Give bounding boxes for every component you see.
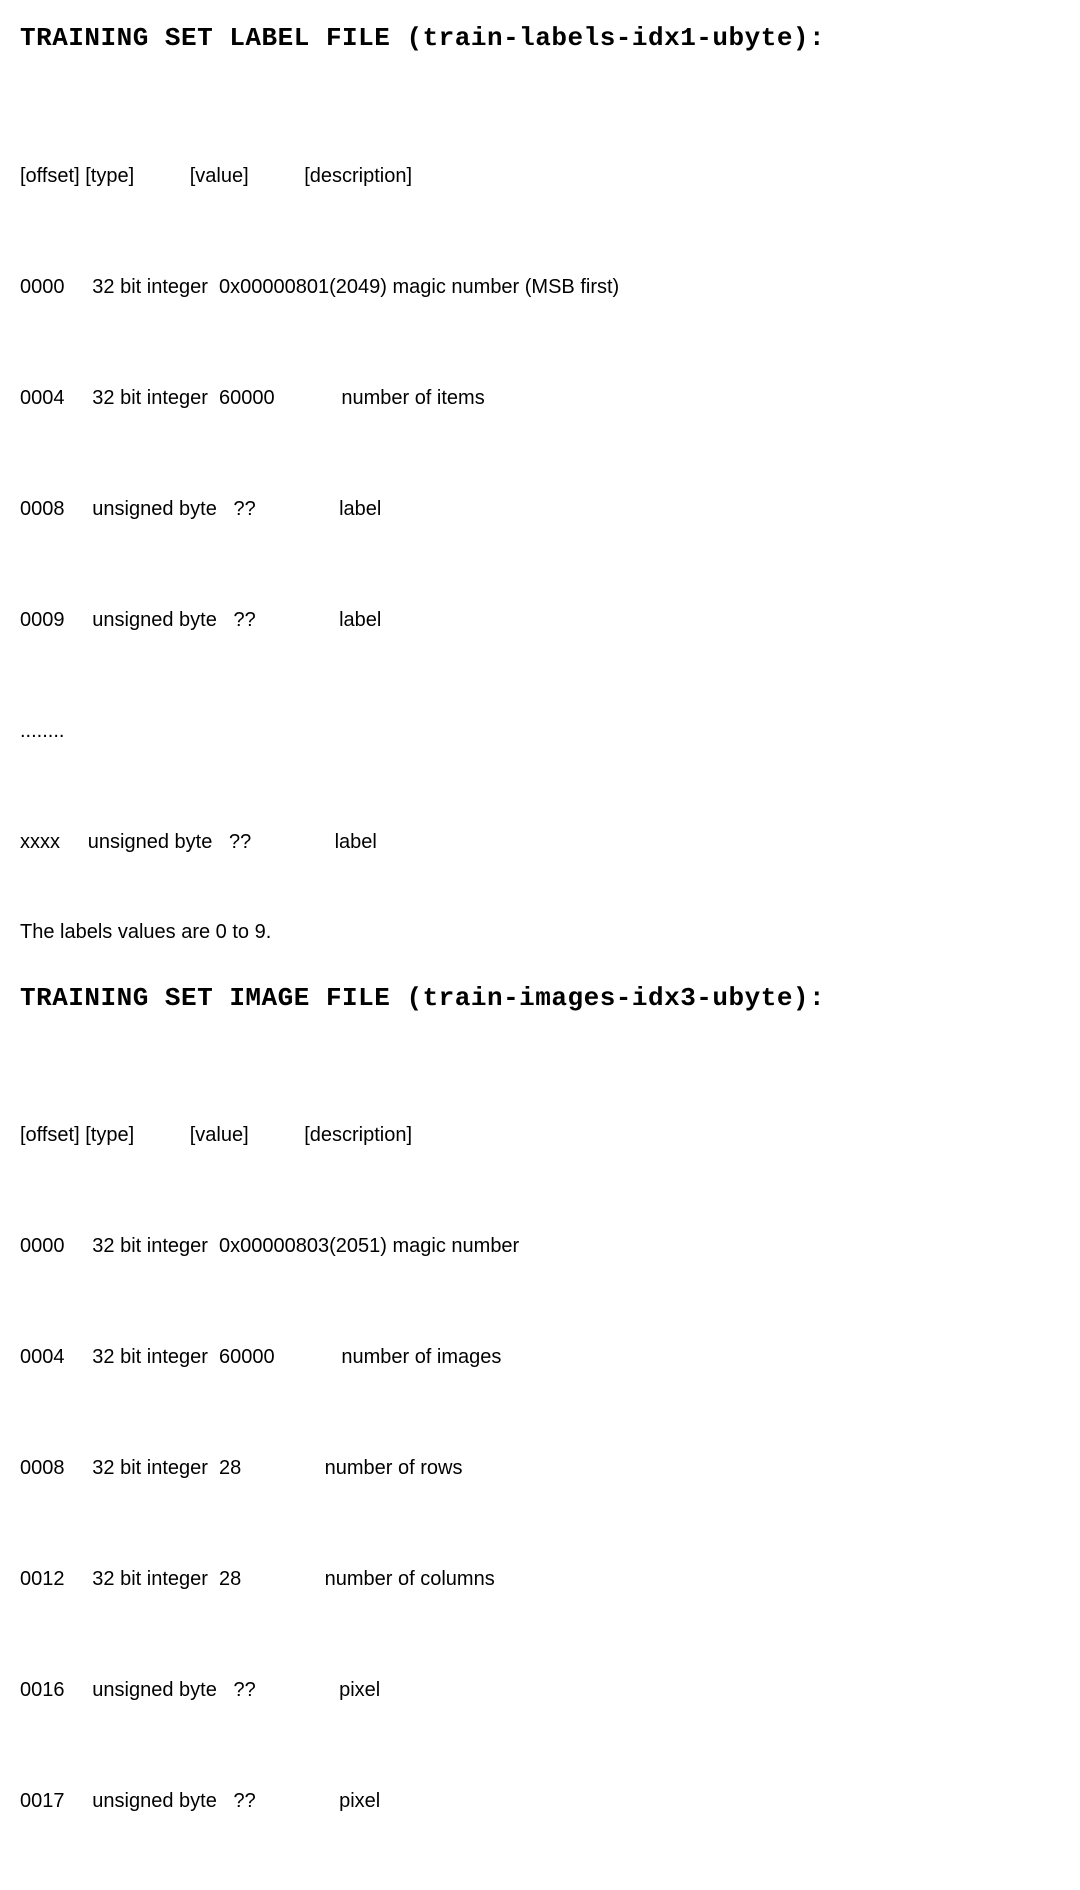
table-row: 0016 unsigned byte ?? pixel [20,1672,1060,1709]
section1-table: [offset] [type] [value] [description] 00… [20,84,1060,898]
table-row: 0012 32 bit integer 28 number of columns [20,1561,1060,1598]
section1-note: The labels values are 0 to 9. [20,916,1060,948]
table-row: 0008 unsigned byte ?? label [20,491,1060,528]
section1-title: TRAINING SET LABEL FILE (train-labels-id… [20,18,1060,60]
section2-table: [offset] [type] [value] [description] 00… [20,1043,1060,1890]
table-row: 0008 32 bit integer 28 number of rows [20,1450,1060,1487]
table-row: 0009 unsigned byte ?? label [20,602,1060,639]
section2-title: TRAINING SET IMAGE FILE (train-images-id… [20,978,1060,1020]
table-row: 0004 32 bit integer 60000 number of imag… [20,1339,1060,1376]
table-row: xxxx unsigned byte ?? label [20,824,1060,861]
table-row: 0000 32 bit integer 0x00000801(2049) mag… [20,269,1060,306]
table-row: 0004 32 bit integer 60000 number of item… [20,380,1060,417]
table-header: [offset] [type] [value] [description] [20,158,1060,195]
table-row: 0000 32 bit integer 0x00000803(2051) mag… [20,1228,1060,1265]
table-row: 0017 unsigned byte ?? pixel [20,1783,1060,1820]
table-row: ........ [20,713,1060,750]
table-header: [offset] [type] [value] [description] [20,1117,1060,1154]
